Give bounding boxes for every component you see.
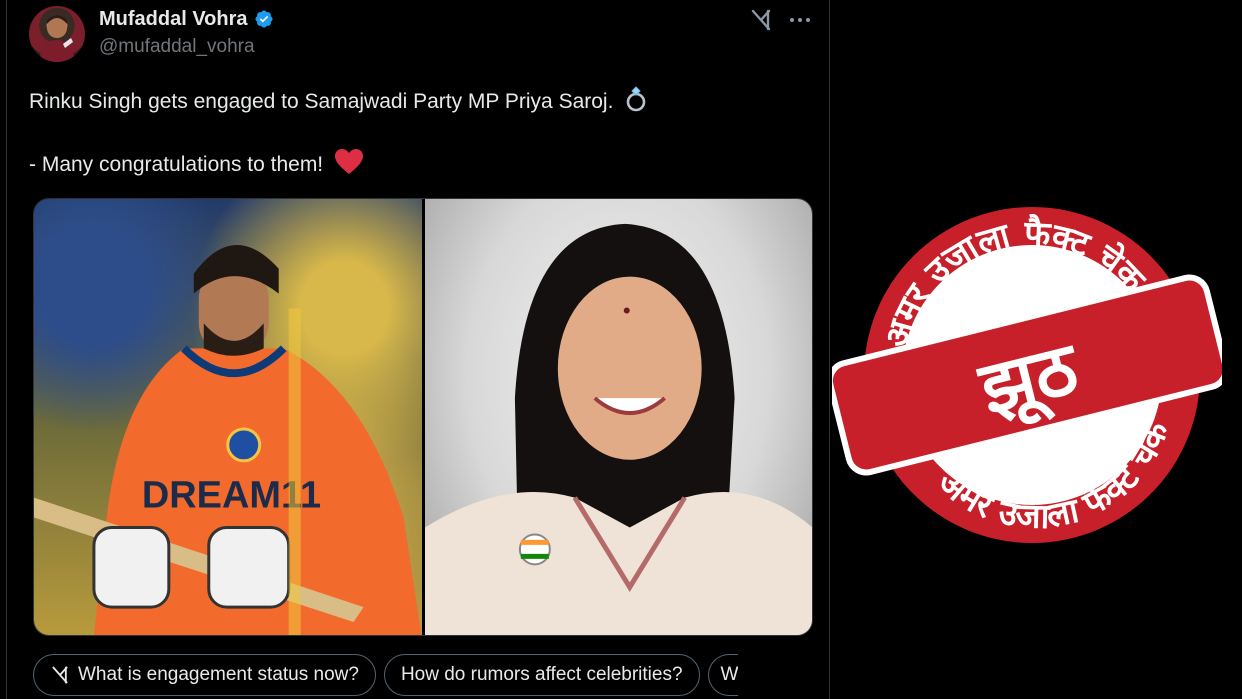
tweet-line-1-text: Rinku Singh gets engaged to Samajwadi Pa… <box>29 90 614 113</box>
photo-cricketer[interactable]: DREAM11 <box>34 199 422 635</box>
tweet-text-line-1: Rinku Singh gets engaged to Samajwadi Pa… <box>29 86 809 117</box>
grok-prompt-chip[interactable]: W <box>707 654 738 696</box>
tweet-card: Mufaddal Vohra @mufaddal_vohra Rinku Sin… <box>6 0 830 699</box>
tweet-text-line-2: - Many congratulations to them! <box>29 149 809 180</box>
ring-emoji-icon <box>626 86 646 112</box>
grok-icon[interactable] <box>749 8 773 32</box>
grok-prompt-chip[interactable]: What is engagement status now? <box>33 654 376 696</box>
author-name[interactable]: Mufaddal Vohra <box>99 6 248 32</box>
grok-prompt-label: How do rumors affect celebrities? <box>400 664 683 685</box>
more-options-icon[interactable] <box>787 8 813 32</box>
grok-prompt-chip[interactable]: How do rumors affect celebrities? <box>383 654 700 696</box>
tweet-text: Rinku Singh gets engaged to Samajwadi Pa… <box>29 86 809 180</box>
grok-icon <box>52 666 68 684</box>
grok-prompt-label: What is engagement status now? <box>78 664 359 685</box>
author-block: Mufaddal Vohra @mufaddal_vohra <box>99 6 274 60</box>
photo-politician[interactable] <box>424 199 812 635</box>
author-avatar[interactable] <box>29 6 85 62</box>
fact-check-stamp: अमर उजाला फैक्ट चेक अमर उजाला फैक्ट चेक … <box>832 190 1222 560</box>
red-heart-emoji-icon <box>335 149 363 174</box>
author-handle[interactable]: @mufaddal_vohra <box>99 34 274 60</box>
grok-prompt-suggestions: What is engagement status now? How do ru… <box>33 654 738 696</box>
grok-prompt-label: W <box>720 664 738 685</box>
verified-badge-icon <box>254 10 273 28</box>
tweet-media-grid[interactable]: DREAM11 <box>33 198 813 636</box>
tweet-line-2-text: - Many congratulations to them! <box>29 153 324 176</box>
